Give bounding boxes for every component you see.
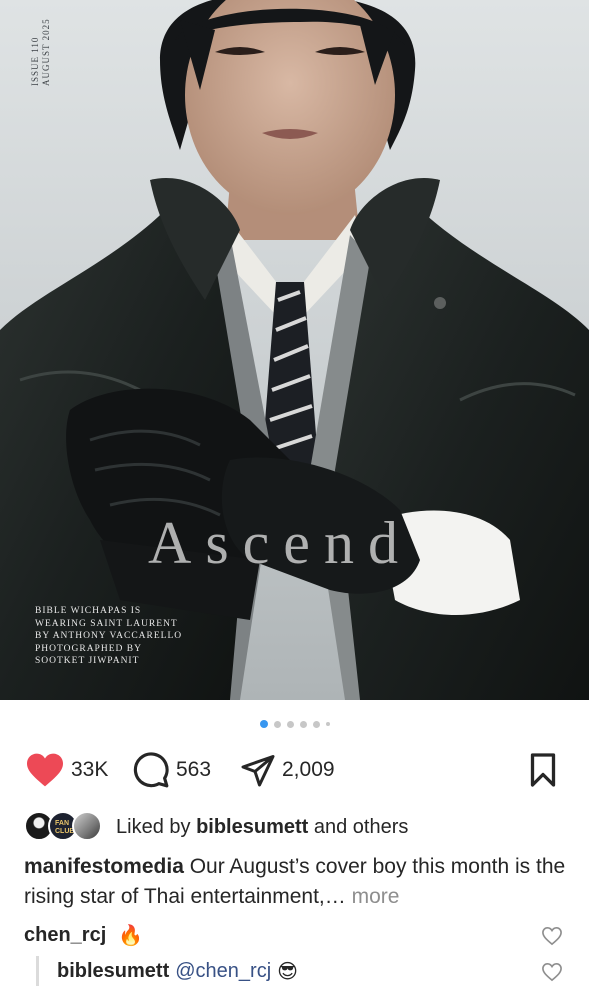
liked-by-username[interactable]: biblesumett <box>196 816 308 838</box>
like-count[interactable]: 33K <box>71 758 108 782</box>
credit-line: SOOTKET JIWPANIT <box>35 656 140 666</box>
sunglasses-emoji: 😎 <box>277 960 299 983</box>
reply-thread-line <box>36 956 39 986</box>
mention-link[interactable]: @chen_rcj <box>175 960 271 983</box>
more-link[interactable]: more <box>346 885 400 908</box>
carousel-dot <box>273 720 281 728</box>
paper-plane-icon <box>241 755 275 787</box>
carousel-dot <box>325 722 330 726</box>
share-button[interactable]: 2,009 <box>240 750 335 790</box>
credit-line: BY ANTHONY VACCARELLO <box>35 631 183 641</box>
post-action-bar: 33K 563 2,009 <box>25 750 564 790</box>
carousel-dot-active <box>259 720 268 728</box>
heart-filled-icon <box>27 753 63 787</box>
liked-by-text[interactable]: Liked by biblesumett and others <box>116 816 408 839</box>
carousel-dot <box>312 720 320 728</box>
post-caption: manifestomedia Our August’s cover boy th… <box>24 852 569 912</box>
credit-line: BIBLE WICHAPAS IS <box>35 606 142 616</box>
credit-line: PHOTOGRAPHED BY <box>35 643 142 654</box>
carousel-indicator <box>0 718 589 730</box>
liked-by-prefix: Liked by <box>116 815 197 838</box>
fire-emoji: 🔥 <box>118 924 144 947</box>
liked-by-row[interactable]: FAN CLUB Liked by biblesumett and others <box>24 811 408 843</box>
carousel-dot <box>286 720 294 728</box>
comment: chen_rcj 🔥 <box>24 920 565 950</box>
share-count[interactable]: 2,009 <box>282 758 335 782</box>
post-image[interactable]: ISSUE 110 AUGUST 2025 Ascend BIBLE WICHA… <box>0 0 589 700</box>
carousel-dot <box>299 720 307 728</box>
like-button[interactable]: 33K <box>25 750 108 790</box>
comment-count[interactable]: 563 <box>176 758 211 782</box>
credit-line: WEARING SAINT LAURENT <box>35 618 178 629</box>
comment-like-heart-icon[interactable] <box>541 962 563 982</box>
issue-label: ISSUE 110 AUGUST 2025 <box>30 18 52 86</box>
cover-photo <box>0 0 589 700</box>
cover-credits: BIBLE WICHAPAS IS WEARING SAINT LAURENT … <box>35 605 182 668</box>
issue-number: ISSUE 110 <box>30 36 40 86</box>
liked-by-suffix[interactable]: and others <box>308 816 409 838</box>
comment-reply: biblesumett @chen_rcj 😎 <box>57 956 565 986</box>
avatar[interactable] <box>72 811 102 841</box>
liker-avatars[interactable]: FAN CLUB <box>24 811 104 843</box>
comment-button[interactable]: 563 <box>132 750 211 790</box>
comment-like-heart-icon[interactable] <box>541 926 563 946</box>
cover-title: Ascend <box>148 510 412 576</box>
issue-date: AUGUST 2025 <box>41 18 51 86</box>
comment-bubble-icon <box>133 752 169 788</box>
reply-username[interactable]: biblesumett <box>57 960 169 983</box>
bookmark-icon <box>530 753 556 787</box>
caption-username[interactable]: manifestomedia <box>24 855 184 878</box>
save-button[interactable] <box>526 750 560 790</box>
comment-username[interactable]: chen_rcj <box>24 924 106 947</box>
